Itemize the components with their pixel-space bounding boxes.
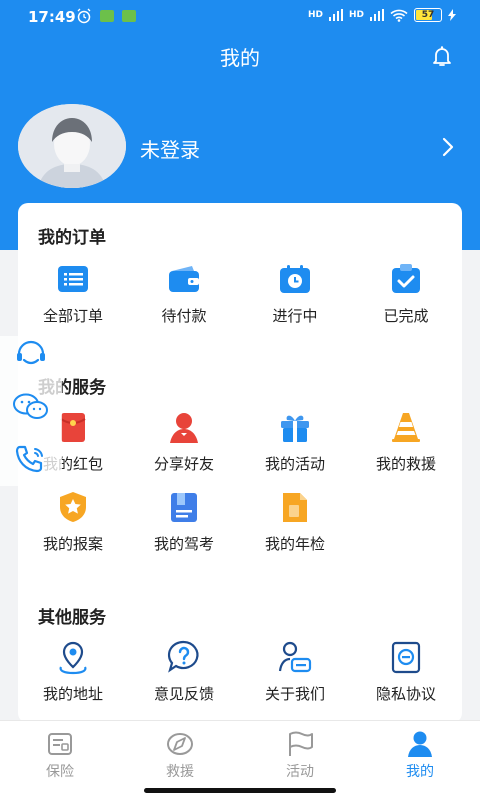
orders-section-title: 我的订单 bbox=[38, 228, 106, 248]
order-in-progress-button[interactable]: 进行中 bbox=[240, 261, 350, 326]
wallet-icon bbox=[169, 266, 199, 292]
battery-level: 57 bbox=[421, 10, 435, 20]
other-privacy-label: 隐私协议 bbox=[375, 685, 436, 703]
app-notification-icon bbox=[100, 10, 114, 22]
privacy-icon bbox=[391, 641, 421, 674]
status-bar: 17:49 HD HD 57 bbox=[0, 0, 480, 34]
order-in-progress-label: 进行中 bbox=[272, 307, 318, 325]
star-shield-icon bbox=[60, 492, 86, 522]
charging-icon bbox=[448, 9, 456, 21]
home-indicator bbox=[144, 788, 336, 793]
signal-icon-2 bbox=[370, 9, 384, 21]
battery-icon: 57 bbox=[414, 8, 442, 22]
compass-icon bbox=[167, 733, 193, 755]
location-icon bbox=[59, 641, 87, 675]
other-about-label: 关于我们 bbox=[264, 685, 325, 703]
tab-rescue[interactable]: 救援 bbox=[120, 729, 240, 781]
chevron-right-icon[interactable] bbox=[440, 136, 456, 158]
service-report-label: 我的报案 bbox=[42, 535, 103, 553]
tab-insurance[interactable]: 保险 bbox=[0, 729, 120, 781]
order-completed-label: 已完成 bbox=[383, 307, 429, 325]
service-share-button[interactable]: 分享好友 bbox=[129, 409, 239, 474]
book-icon bbox=[171, 493, 197, 522]
check-clipboard-icon bbox=[392, 264, 420, 293]
status-time: 17:49 bbox=[28, 8, 76, 26]
document-icon bbox=[283, 493, 307, 522]
service-rescue-label: 我的救援 bbox=[375, 455, 436, 473]
headset-icon[interactable] bbox=[14, 340, 48, 370]
profile-icon bbox=[408, 731, 432, 757]
login-status-text[interactable]: 未登录 bbox=[140, 134, 200, 163]
tab-mine-label: 我的 bbox=[406, 764, 434, 780]
clock-icon bbox=[280, 265, 310, 293]
phone-icon[interactable] bbox=[14, 444, 48, 474]
tab-activity-label: 活动 bbox=[286, 764, 314, 780]
other-address-label: 我的地址 bbox=[42, 685, 103, 703]
list-icon bbox=[58, 266, 88, 292]
tab-insurance-label: 保险 bbox=[46, 764, 74, 780]
order-all-button[interactable]: 全部订单 bbox=[18, 261, 128, 326]
order-unpaid-button[interactable]: 待付款 bbox=[129, 261, 239, 326]
service-annual-inspection-label: 我的年检 bbox=[264, 535, 325, 553]
service-driving-test-button[interactable]: 我的驾考 bbox=[129, 489, 239, 554]
wifi-icon bbox=[390, 9, 408, 22]
service-activity-label: 我的活动 bbox=[264, 455, 325, 473]
floating-service-toolbar bbox=[0, 336, 62, 486]
insurance-icon bbox=[48, 733, 72, 755]
service-rescue-button[interactable]: 我的救援 bbox=[351, 409, 461, 474]
wechat-icon[interactable] bbox=[12, 392, 50, 422]
order-unpaid-label: 待付款 bbox=[161, 307, 207, 325]
service-driving-test-label: 我的驾考 bbox=[153, 535, 214, 553]
network-label-1: HD bbox=[307, 9, 323, 20]
person-card-icon bbox=[278, 641, 312, 673]
other-address-button[interactable]: 我的地址 bbox=[18, 639, 128, 704]
share-friend-icon bbox=[170, 413, 198, 443]
other-privacy-button[interactable]: 隐私协议 bbox=[351, 639, 461, 704]
alarm-icon bbox=[76, 8, 92, 24]
tab-mine[interactable]: 我的 bbox=[360, 729, 480, 781]
other-feedback-button[interactable]: 意见反馈 bbox=[129, 639, 239, 704]
flag-icon bbox=[289, 731, 313, 756]
question-icon bbox=[167, 640, 199, 673]
tab-rescue-label: 救援 bbox=[166, 764, 194, 780]
bell-icon[interactable] bbox=[430, 44, 454, 68]
network-label-2: HD bbox=[348, 9, 364, 20]
service-annual-inspection-button[interactable]: 我的年检 bbox=[240, 489, 350, 554]
signal-icon bbox=[328, 9, 343, 21]
page-title: 我的 bbox=[220, 46, 260, 70]
traffic-cone-icon bbox=[392, 413, 420, 442]
gift-icon bbox=[281, 415, 309, 442]
other-feedback-label: 意见反馈 bbox=[153, 685, 214, 703]
other-section-title: 其他服务 bbox=[38, 608, 106, 628]
service-share-label: 分享好友 bbox=[153, 455, 214, 473]
tab-activity[interactable]: 活动 bbox=[240, 729, 360, 781]
order-completed-button[interactable]: 已完成 bbox=[351, 261, 461, 326]
other-about-button[interactable]: 关于我们 bbox=[240, 639, 350, 704]
app-notification-icon-2 bbox=[122, 10, 136, 22]
avatar[interactable] bbox=[18, 104, 126, 188]
service-report-button[interactable]: 我的报案 bbox=[18, 489, 128, 554]
order-all-label: 全部订单 bbox=[42, 307, 103, 325]
menu-card: 我的订单 全部订单 待付款 进行中 已完成 我的服务 我的红包 分享好友 我的活… bbox=[18, 203, 462, 723]
service-activity-button[interactable]: 我的活动 bbox=[240, 409, 350, 474]
